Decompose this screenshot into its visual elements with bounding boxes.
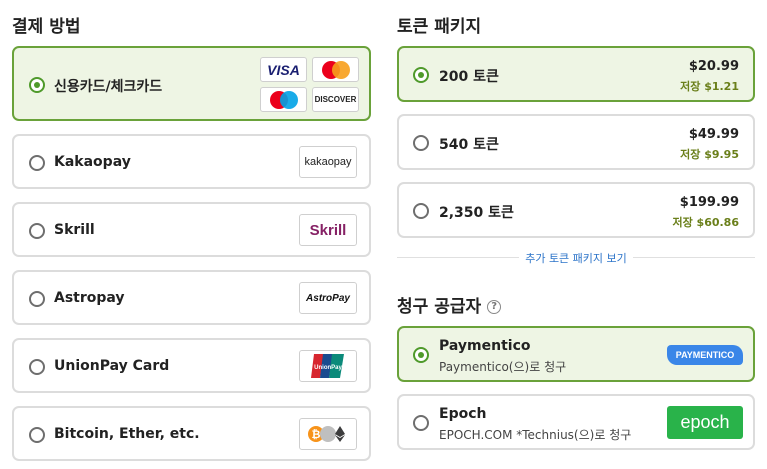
provider-billing-note: EPOCH.COM *Technius(으)로 청구 [439, 428, 632, 442]
token-package-card[interactable]: 200 토큰 $20.99 저장 $1.21 [397, 46, 755, 102]
skrill-logo: Skrill [299, 214, 357, 246]
token-package-card[interactable]: 540 토큰 $49.99 저장 $9.95 [397, 114, 755, 170]
package-price: $20.99 [688, 59, 739, 74]
discover-logo: DISCOVER [312, 87, 359, 112]
radio-unselected[interactable] [29, 427, 45, 443]
radio-unselected[interactable] [29, 155, 45, 171]
kakaopay-logo: kakaopay [299, 146, 357, 178]
provider-name: Paymentico [439, 338, 531, 354]
billing-provider-title: 청구 공급자? [397, 292, 502, 317]
radio-unselected[interactable] [413, 203, 429, 219]
package-saving: 저장 $9.95 [680, 148, 739, 161]
payment-option-astropay[interactable]: Astropay AstroPay [12, 270, 371, 325]
payment-option-label: Bitcoin, Ether, etc. [54, 426, 200, 442]
payment-option-unionpay[interactable]: UnionPay Card UnionPay [12, 338, 371, 393]
package-price: $199.99 [679, 195, 739, 210]
payment-option-label: Kakaopay [54, 154, 131, 170]
token-package-card[interactable]: 2,350 토큰 $199.99 저장 $60.86 [397, 182, 755, 238]
paymentico-logo: PAYMENTICO [667, 345, 743, 365]
payment-option-kakaopay[interactable]: Kakaopay kakaopay [12, 134, 371, 189]
billing-provider-card[interactable]: Paymentico Paymentico(으)로 청구 PAYMENTICO [397, 326, 755, 382]
visa-logo: VISA [260, 57, 307, 82]
radio-unselected[interactable] [413, 415, 429, 431]
radio-selected[interactable] [413, 67, 429, 83]
svg-text:₿: ₿ [312, 429, 321, 441]
astropay-logo: AstroPay [299, 282, 357, 314]
provider-name: Epoch [439, 406, 487, 422]
crypto-logo: ₿ [299, 418, 357, 450]
payment-option-label: UnionPay Card [54, 358, 170, 374]
payment-option-label: 신용카드/체크카드 [54, 79, 163, 95]
package-label: 2,350 토큰 [439, 205, 514, 221]
help-icon[interactable]: ? [487, 300, 502, 314]
package-label: 200 토큰 [439, 69, 499, 85]
payment-option-label: Astropay [54, 290, 125, 306]
radio-selected[interactable] [413, 347, 429, 363]
radio-selected[interactable] [29, 77, 45, 93]
package-label: 540 토큰 [439, 137, 499, 153]
payment-option-crypto[interactable]: Bitcoin, Ether, etc. ₿ [12, 406, 371, 461]
package-price: $49.99 [688, 127, 739, 142]
billing-provider-title-text: 청구 공급자 [397, 297, 482, 317]
payment-option-label: Skrill [54, 222, 95, 238]
token-packages-title: 토큰 패키지 [397, 17, 482, 37]
package-saving: 저장 $1.21 [680, 80, 739, 93]
more-packages-link[interactable]: 추가 토큰 패키지 보기 [519, 252, 633, 265]
payment-option-skrill[interactable]: Skrill Skrill [12, 202, 371, 257]
billing-provider-card[interactable]: Epoch EPOCH.COM *Technius(으)로 청구 epoch [397, 394, 755, 450]
payment-method-title: 결제 방법 [12, 17, 81, 37]
maestro-logo [260, 87, 307, 112]
mastercard-logo [312, 57, 359, 82]
radio-unselected[interactable] [29, 359, 45, 375]
radio-unselected[interactable] [29, 291, 45, 307]
more-packages-row: 추가 토큰 패키지 보기 [397, 249, 755, 265]
radio-unselected[interactable] [413, 135, 429, 151]
payment-option-card[interactable]: 신용카드/체크카드 VISA DISCOVER [12, 46, 371, 121]
radio-unselected[interactable] [29, 223, 45, 239]
unionpay-logo: UnionPay [299, 350, 357, 382]
svg-text:UnionPay: UnionPay [314, 365, 342, 371]
epoch-logo: epoch [667, 406, 743, 439]
provider-billing-note: Paymentico(으)로 청구 [439, 360, 567, 374]
package-saving: 저장 $60.86 [672, 216, 739, 229]
